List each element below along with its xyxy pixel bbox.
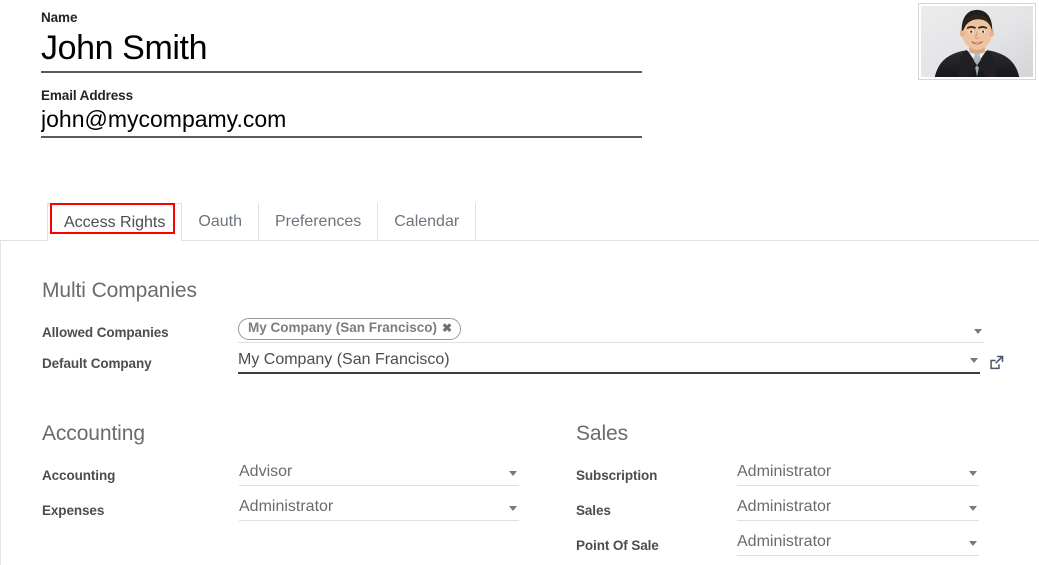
allowed-companies-input[interactable]: My Company (San Francisco) ✖	[238, 318, 984, 343]
chevron-down-icon[interactable]	[970, 358, 978, 363]
expenses-label: Expenses	[42, 502, 105, 518]
default-company-value: My Company (San Francisco)	[238, 351, 450, 368]
field-allowed-companies: Allowed Companies My Company (San Franci…	[42, 318, 984, 343]
tab-oauth[interactable]: Oauth	[181, 203, 259, 241]
field-expenses: Expenses Administrator	[42, 496, 519, 521]
email-label: Email Address	[41, 87, 133, 103]
avatar[interactable]	[918, 3, 1036, 80]
company-tag-label: My Company (San Francisco)	[248, 320, 438, 335]
chevron-down-icon[interactable]	[509, 471, 517, 476]
tab-label: Oauth	[198, 213, 242, 230]
sales-value: Administrator	[737, 498, 832, 515]
expenses-value: Administrator	[239, 498, 334, 515]
sales-title: Sales	[576, 422, 629, 445]
default-company-input[interactable]: My Company (San Francisco)	[238, 349, 980, 374]
field-default-company: Default Company My Company (San Francisc…	[42, 349, 1004, 374]
sales-select[interactable]: Administrator	[737, 496, 979, 521]
access-rights-panel: Multi Companies Allowed Companies My Com…	[0, 241, 1039, 565]
field-accounting: Accounting Advisor	[42, 461, 519, 486]
name-label: Name	[41, 10, 78, 25]
tab-label: Calendar	[394, 213, 460, 230]
external-link-icon[interactable]	[988, 354, 1005, 371]
tab-label: Preferences	[274, 213, 362, 230]
field-point-of-sale: Point Of Sale Administrator	[576, 531, 979, 556]
subscription-label: Subscription	[576, 467, 658, 483]
tab-bar: Access Rights Oauth Preferences Calendar	[0, 203, 1039, 242]
accounting-select[interactable]: Advisor	[239, 461, 519, 486]
avatar-photo	[921, 6, 1033, 77]
subscription-select[interactable]: Administrator	[737, 461, 979, 486]
remove-tag-icon[interactable]: ✖	[442, 322, 452, 334]
chevron-down-icon[interactable]	[974, 329, 982, 334]
accounting-label: Accounting	[42, 467, 116, 483]
point-of-sale-value: Administrator	[737, 533, 832, 550]
tab-access-rights[interactable]: Access Rights	[47, 203, 183, 242]
point-of-sale-select[interactable]: Administrator	[737, 531, 979, 556]
accounting-title: Accounting	[42, 422, 145, 445]
tab-preferences[interactable]: Preferences	[257, 203, 379, 241]
chevron-down-icon[interactable]	[969, 506, 977, 511]
point-of-sale-label: Point Of Sale	[576, 537, 659, 553]
expenses-select[interactable]: Administrator	[239, 496, 519, 521]
email-input[interactable]: john@mycompamy.com	[41, 105, 642, 139]
chevron-down-icon[interactable]	[969, 471, 977, 476]
record-header: Name John Smith Email Address john@mycom…	[0, 0, 1039, 139]
name-input[interactable]: John Smith	[41, 28, 642, 73]
tab-label: Access Rights	[64, 213, 166, 231]
subscription-value: Administrator	[737, 463, 832, 480]
chevron-down-icon[interactable]	[509, 506, 517, 511]
sales-label: Sales	[576, 502, 611, 518]
company-tag[interactable]: My Company (San Francisco) ✖	[238, 318, 462, 340]
field-subscription: Subscription Administrator	[576, 461, 979, 486]
field-sales: Sales Administrator	[576, 496, 979, 521]
accounting-value: Advisor	[239, 463, 293, 480]
tab-calendar[interactable]: Calendar	[377, 203, 477, 241]
allowed-companies-label: Allowed Companies	[42, 324, 169, 340]
default-company-label: Default Company	[42, 355, 152, 371]
chevron-down-icon[interactable]	[969, 541, 977, 546]
multi-companies-title: Multi Companies	[42, 279, 197, 302]
